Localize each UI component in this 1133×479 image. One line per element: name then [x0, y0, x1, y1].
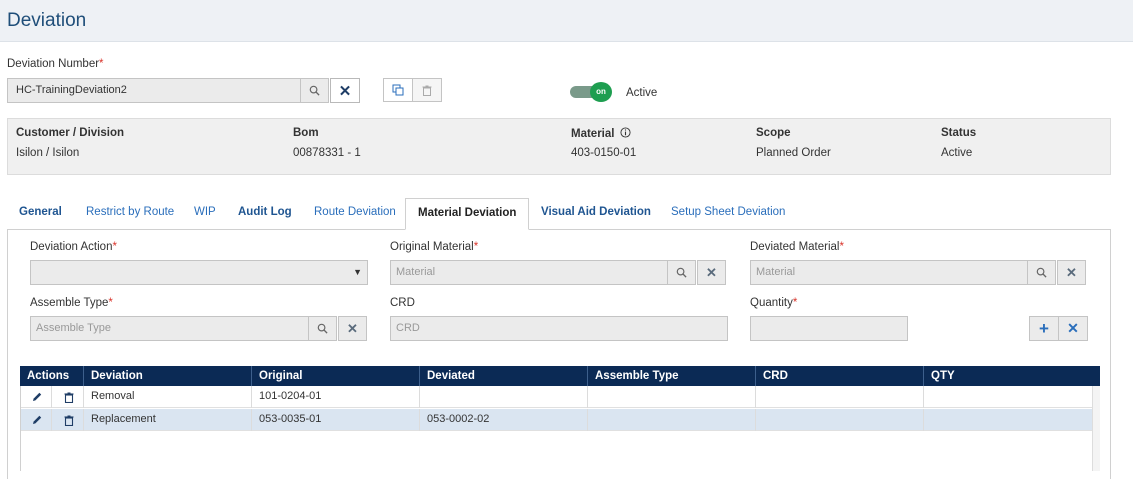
cell-original: 101-0204-01 [251, 386, 419, 408]
cell-deviation: Replacement [83, 409, 251, 431]
deviated-material-label: Deviated Material* [750, 241, 844, 253]
cell-qty [923, 409, 1092, 431]
original-material-clear-button[interactable]: ✕ [697, 260, 726, 285]
actions-divider [51, 409, 52, 431]
copy-button[interactable] [384, 79, 413, 101]
tab-restrict-by-route[interactable]: Restrict by Route [86, 206, 174, 218]
column-header-deviation[interactable]: Deviation [83, 366, 251, 386]
quantity-label: Quantity* [750, 297, 798, 309]
deviation-action-label: Deviation Action* [30, 241, 117, 253]
deviated-material-input[interactable]: Material [750, 260, 1028, 285]
info-header-customer: Customer / Division [16, 127, 124, 139]
original-material-label: Original Material* [390, 241, 479, 253]
deviation-info-panel: Customer / Division Bom Material Scope S… [7, 118, 1111, 175]
grid-header: Actions Deviation Original Deviated Asse… [20, 366, 1100, 386]
info-value-bom: 00878331 - 1 [293, 147, 361, 159]
original-material-search-button[interactable] [667, 260, 696, 285]
tab-visual-aid-deviation[interactable]: Visual Aid Deviation [541, 206, 651, 218]
column-header-qty[interactable]: QTY [923, 366, 1092, 386]
table-row[interactable]: Removal 101-0204-01 [20, 386, 1092, 408]
info-value-material: 403-0150-01 [571, 147, 637, 159]
trash-icon [422, 85, 432, 96]
table-row[interactable]: Replacement 053-0035-01 053-0002-02 [20, 409, 1092, 431]
copy-icon [392, 84, 404, 96]
deviated-material-clear-button[interactable]: ✕ [1057, 260, 1086, 285]
column-header-crd[interactable]: CRD [755, 366, 923, 386]
assemble-type-search-button[interactable] [308, 316, 337, 341]
dropdown-arrow-icon: ▼ [353, 267, 362, 277]
deviated-material-search-button[interactable] [1027, 260, 1056, 285]
search-icon [676, 267, 687, 278]
column-header-original[interactable]: Original [251, 366, 419, 386]
active-toggle[interactable]: on [570, 82, 614, 102]
search-icon [317, 323, 328, 334]
crd-input[interactable]: CRD [390, 316, 728, 341]
deviation-clear-button[interactable]: ✕ [330, 78, 360, 103]
trash-icon[interactable] [62, 390, 76, 404]
plus-icon: + [1039, 318, 1049, 338]
add-row-button[interactable]: + [1029, 316, 1059, 341]
assemble-type-label: Assemble Type* [30, 297, 113, 309]
deviation-search-button[interactable] [300, 78, 329, 103]
info-header-bom: Bom [293, 127, 319, 139]
close-icon: ✕ [706, 264, 717, 280]
tab-bar: General Restrict by Route WIP Audit Log … [7, 198, 1111, 230]
info-value-status: Active [941, 147, 973, 159]
material-deviation-grid: Actions Deviation Original Deviated Asse… [20, 366, 1100, 471]
cell-deviated: 053-0002-02 [419, 409, 587, 431]
tab-audit-log[interactable]: Audit Log [238, 206, 292, 218]
search-icon [1036, 267, 1047, 278]
deviation-number-field[interactable]: HC-TrainingDeviation2 [7, 78, 301, 103]
grid-left-border [20, 386, 21, 471]
page-title: Deviation [7, 10, 87, 31]
tab-setup-sheet-deviation[interactable]: Setup Sheet Deviation [671, 206, 785, 218]
active-label: Active [626, 87, 658, 99]
cell-qty [923, 386, 1092, 408]
close-icon: ✕ [1066, 264, 1077, 280]
info-header-status: Status [941, 127, 977, 139]
column-header-assemble-type[interactable]: Assemble Type [587, 366, 755, 386]
cell-crd [755, 409, 923, 431]
cell-deviated [419, 386, 587, 408]
copy-delete-group [383, 78, 442, 102]
tab-route-deviation[interactable]: Route Deviation [314, 206, 396, 218]
delete-button[interactable] [413, 79, 441, 101]
close-icon: ✕ [338, 82, 352, 100]
toggle-knob: on [590, 82, 612, 102]
deviation-action-select[interactable]: ▼ [30, 260, 368, 285]
cell-deviation: Removal [83, 386, 251, 408]
actions-divider [51, 386, 52, 408]
original-material-input[interactable]: Material [390, 260, 668, 285]
page-header: Deviation [0, 0, 1133, 42]
crd-label: CRD [390, 297, 415, 309]
close-icon: ✕ [1067, 320, 1079, 336]
tab-wip[interactable]: WIP [194, 206, 216, 218]
grid-scrollbar[interactable] [1092, 386, 1100, 471]
column-header-actions: Actions [27, 370, 70, 382]
tab-general[interactable]: General [19, 206, 62, 218]
info-icon [620, 127, 631, 138]
column-header-deviated[interactable]: Deviated [419, 366, 587, 386]
info-value-scope: Planned Order [756, 147, 831, 159]
edit-icon[interactable] [30, 390, 44, 404]
search-icon [309, 85, 320, 96]
info-value-customer: Isilon / Isilon [16, 147, 80, 159]
edit-icon[interactable] [30, 413, 44, 427]
deviation-number-label: Deviation Number* [7, 58, 104, 70]
cell-assemble-type [587, 386, 755, 408]
quantity-input[interactable] [750, 316, 908, 341]
info-header-scope: Scope [756, 127, 791, 139]
trash-icon[interactable] [62, 413, 76, 427]
cell-original: 053-0035-01 [251, 409, 419, 431]
cell-assemble-type [587, 409, 755, 431]
clear-row-button[interactable]: ✕ [1058, 316, 1088, 341]
cell-crd [755, 386, 923, 408]
info-header-material: Material [571, 127, 631, 140]
tab-material-deviation[interactable]: Material Deviation [405, 198, 530, 230]
assemble-type-input[interactable]: Assemble Type [30, 316, 309, 341]
close-icon: ✕ [347, 320, 358, 336]
assemble-type-clear-button[interactable]: ✕ [338, 316, 367, 341]
